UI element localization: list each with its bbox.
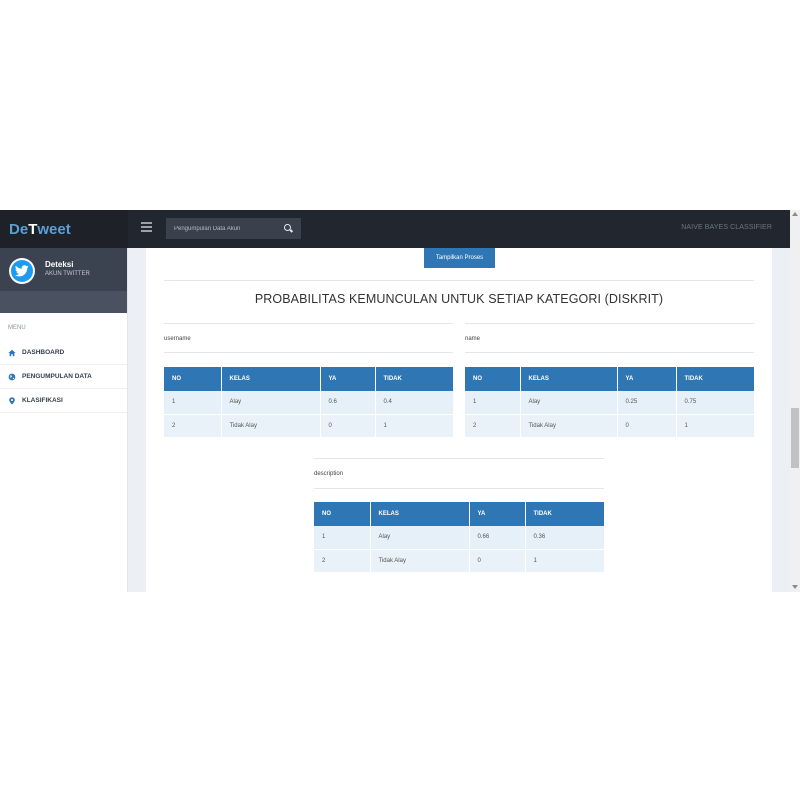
- table-cell: 0.4: [375, 391, 453, 414]
- top-navbar: DeTweet NAIVE BAYES CLASSIFIER: [0, 210, 790, 248]
- brand-text-de: De: [9, 220, 29, 238]
- column-header[interactable]: NO: [314, 502, 371, 526]
- table-cell: 2: [164, 413, 222, 437]
- hamburger-menu-icon[interactable]: [141, 222, 152, 232]
- divider: [465, 352, 754, 353]
- column-header[interactable]: YA: [469, 502, 526, 526]
- column-header[interactable]: KELAS: [520, 367, 618, 391]
- navbar-title: NAIVE BAYES CLASSIFIER: [681, 224, 772, 231]
- user-subtitle: AKUN TWITTER: [45, 271, 90, 277]
- section-label-description: description: [314, 471, 344, 477]
- section-label-name: name: [465, 336, 481, 342]
- sidebar-item-label: PENGUMPULAN DATA: [22, 373, 92, 380]
- page-title: PROBABILITAS KEMUNCULAN UNTUK SETIAP KAT…: [254, 292, 664, 306]
- twitter-bird-icon: [11, 260, 33, 282]
- table-cell: Tidak Alay: [520, 413, 618, 437]
- table-cell: 0: [469, 548, 526, 572]
- table-header-row: NO KELAS YA TIDAK: [164, 367, 453, 391]
- table-row: 2 Tidak Alay 0 1: [314, 548, 604, 572]
- table-cell: Tidak Alay: [370, 548, 470, 572]
- table-row: 1 Alay 0.25 0.75: [465, 391, 754, 414]
- probability-table-description: NO KELAS YA TIDAK 1 Alay 0.66 0.36 2 Tid…: [314, 502, 604, 572]
- probability-table-name: NO KELAS YA TIDAK 1 Alay 0.25 0.75 2 Tid…: [465, 367, 754, 437]
- sidebar-item-label: DASHBOARD: [22, 349, 65, 356]
- tampilkan-proses-button[interactable]: Tampilkan Proses: [424, 248, 495, 268]
- table-header-row: NO KELAS YA TIDAK: [314, 502, 604, 526]
- content-panel: Tampilkan Proses PROBABILITAS KEMUNCULAN…: [146, 248, 772, 592]
- sidebar-item-dashboard[interactable]: DASHBOARD: [0, 341, 127, 365]
- brand-text-t: T: [28, 220, 38, 238]
- table-cell: 0: [617, 413, 677, 437]
- table-cell: Alay: [370, 526, 470, 549]
- table-cell: 0: [320, 413, 376, 437]
- avatar: [9, 258, 35, 284]
- divider: [314, 458, 604, 459]
- table-cell: 1: [164, 391, 222, 414]
- table-row: 1 Alay 0.6 0.4: [164, 391, 453, 414]
- column-header[interactable]: KELAS: [221, 367, 321, 391]
- user-panel: Deteksi AKUN TWITTER: [0, 248, 127, 291]
- column-header[interactable]: TIDAK: [525, 502, 604, 526]
- menu-header: MENU: [8, 325, 26, 331]
- vertical-scrollbar[interactable]: [790, 210, 800, 592]
- table-cell: Tidak Alay: [221, 413, 321, 437]
- sidebar-item-label: KLASIFIKASI: [22, 397, 63, 404]
- table-cell: 0.75: [676, 391, 754, 414]
- sidebar: Deteksi AKUN TWITTER MENU DASHBOARD PENG…: [0, 248, 128, 592]
- divider: [164, 280, 754, 281]
- table-header-row: NO KELAS YA TIDAK: [465, 367, 754, 391]
- column-header[interactable]: TIDAK: [375, 367, 453, 391]
- table-cell: 1: [465, 391, 521, 414]
- table-cell: 2: [465, 413, 521, 437]
- column-header[interactable]: TIDAK: [676, 367, 754, 391]
- scroll-up-arrow-icon[interactable]: [792, 212, 798, 216]
- table-cell: 1: [525, 548, 604, 572]
- map-marker-icon: [8, 396, 16, 405]
- table-row: 2 Tidak Alay 0 1: [164, 413, 453, 437]
- table-cell: 1: [676, 413, 754, 437]
- sidebar-banner: [0, 291, 127, 313]
- probability-table-username: NO KELAS YA TIDAK 1 Alay 0.6 0.4 2 Tidak…: [164, 367, 453, 437]
- divider: [164, 352, 453, 353]
- column-header[interactable]: YA: [617, 367, 677, 391]
- divider: [465, 323, 754, 324]
- column-header[interactable]: NO: [465, 367, 521, 391]
- sidebar-item-pengumpulan-data[interactable]: PENGUMPULAN DATA: [0, 365, 127, 389]
- table-cell: 1: [375, 413, 453, 437]
- table-cell: 0.6: [320, 391, 376, 414]
- table-row: 1 Alay 0.66 0.36: [314, 526, 604, 549]
- column-header[interactable]: YA: [320, 367, 376, 391]
- home-icon: [8, 349, 16, 357]
- search-icon[interactable]: [284, 224, 293, 233]
- table-cell: Alay: [221, 391, 321, 414]
- table-cell: 0.25: [617, 391, 677, 414]
- table-cell: 0.66: [469, 526, 526, 549]
- table-row: 2 Tidak Alay 0 1: [465, 413, 754, 437]
- column-header[interactable]: NO: [164, 367, 222, 391]
- globe-icon: [8, 373, 16, 381]
- sidebar-item-klasifikasi[interactable]: KLASIFIKASI: [0, 389, 127, 413]
- user-name: Deteksi: [45, 260, 74, 269]
- column-header[interactable]: KELAS: [370, 502, 470, 526]
- search-box: [166, 218, 301, 239]
- section-label-username: username: [164, 336, 191, 342]
- table-cell: Alay: [520, 391, 618, 414]
- scroll-down-arrow-icon[interactable]: [792, 585, 798, 589]
- divider: [164, 323, 453, 324]
- brand-text-weet: weet: [37, 220, 71, 238]
- brand-logo[interactable]: De Tweet: [0, 210, 128, 248]
- app-window: DeTweet NAIVE BAYES CLASSIFIER Deteksi A…: [0, 210, 800, 592]
- search-input[interactable]: [174, 225, 274, 232]
- divider: [314, 488, 604, 489]
- table-cell: 2: [314, 548, 371, 572]
- table-cell: 0.36: [525, 526, 604, 549]
- table-cell: 1: [314, 526, 371, 549]
- scrollbar-thumb[interactable]: [791, 408, 799, 468]
